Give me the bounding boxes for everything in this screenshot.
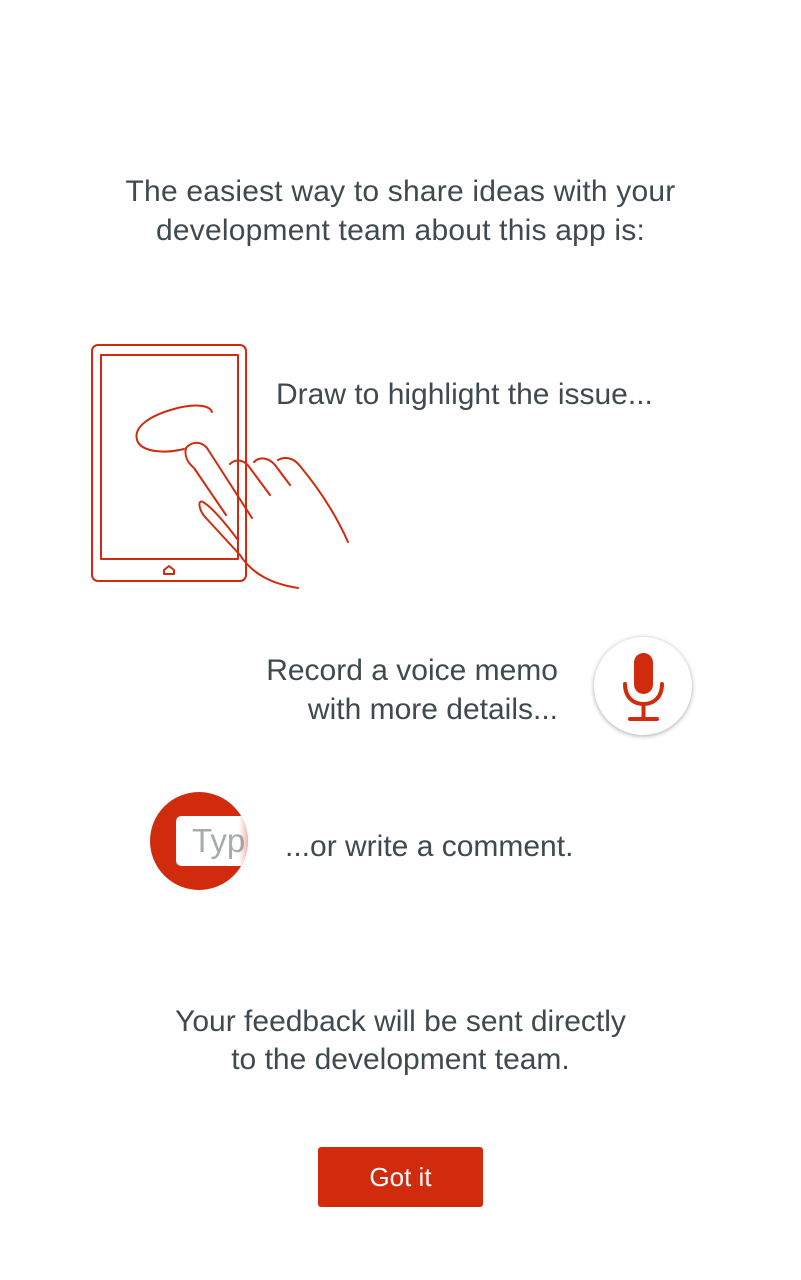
got-it-button[interactable]: Got it: [318, 1147, 483, 1207]
footer-text: Your feedback will be sent directly to t…: [0, 1003, 801, 1079]
record-line-2: with more details...: [307, 693, 558, 726]
intro-line-1: The easiest way to share ideas with your: [125, 175, 676, 208]
comment-instruction: ...or write a comment.: [285, 830, 574, 863]
microphone-icon: [594, 637, 692, 735]
draw-instruction: Draw to highlight the issue...: [276, 378, 653, 411]
comment-field-preview: Typ: [176, 816, 248, 866]
comment-placeholder: Typ: [192, 822, 246, 859]
intro-line-2: development team about this app is:: [156, 214, 645, 247]
footer-line-1: Your feedback will be sent directly: [175, 1005, 626, 1038]
footer-line-2: to the development team.: [231, 1043, 570, 1076]
record-instruction: Record a voice memo with more details...: [266, 651, 558, 729]
record-line-1: Record a voice memo: [266, 654, 558, 687]
text-field-icon: Typ: [150, 792, 248, 890]
intro-text: The easiest way to share ideas with your…: [0, 172, 801, 250]
